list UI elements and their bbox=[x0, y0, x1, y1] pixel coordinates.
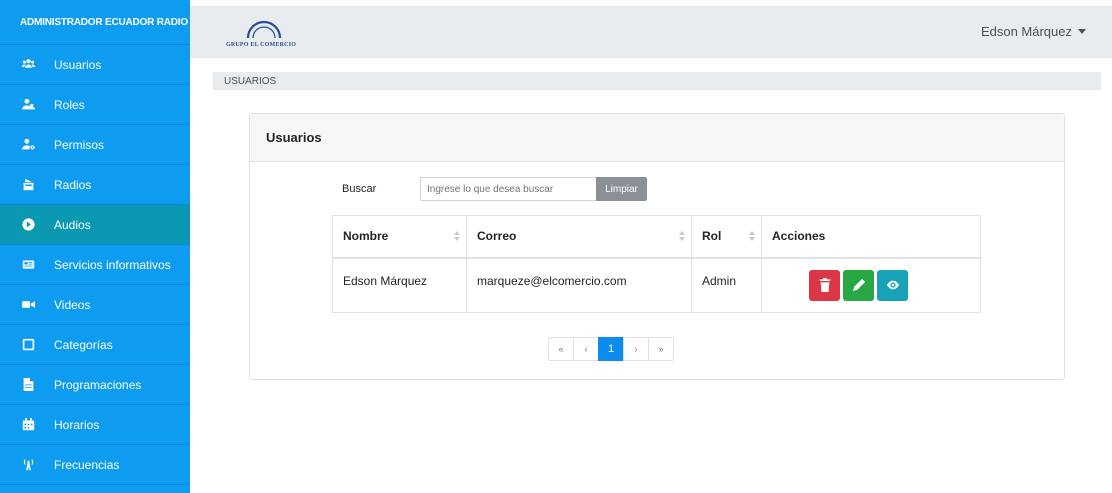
clone-icon bbox=[20, 337, 36, 353]
user-menu[interactable]: Edson Márquez bbox=[981, 24, 1086, 39]
sidebar-item-label: Roles bbox=[54, 97, 85, 112]
sidebar-item-categorias[interactable]: Categorías bbox=[0, 325, 190, 365]
delete-button[interactable] bbox=[809, 269, 840, 301]
row-actions bbox=[772, 269, 970, 301]
sidebar-item-programaciones[interactable]: Programaciones bbox=[0, 365, 190, 405]
breadcrumb-current: USUARIOS bbox=[224, 75, 277, 87]
column-header-acciones: Acciones bbox=[761, 215, 981, 259]
sidebar-item-label: Categorías bbox=[54, 337, 113, 352]
table-row: Edson Márquez marqueze@elcomercio.com Ad… bbox=[332, 257, 981, 313]
cell-rol: Admin bbox=[691, 257, 762, 313]
file-icon bbox=[20, 377, 36, 393]
sidebar-item-label: Permisos bbox=[54, 137, 105, 152]
view-button[interactable] bbox=[877, 269, 908, 301]
cell-correo: marqueze@elcomercio.com bbox=[466, 257, 692, 313]
caret-down-icon bbox=[1078, 29, 1086, 34]
pagination-prev[interactable]: ‹ bbox=[573, 337, 599, 361]
sort-icon bbox=[454, 231, 460, 241]
user-key-icon bbox=[20, 137, 36, 153]
sidebar-item-label: Videos bbox=[54, 297, 91, 312]
cell-acciones bbox=[761, 257, 981, 313]
sidebar-item-label: Programaciones bbox=[54, 377, 142, 392]
card-title: Usuarios bbox=[250, 114, 1064, 162]
pagination: « ‹ 1 › » bbox=[548, 337, 674, 361]
video-icon bbox=[20, 297, 36, 313]
newspaper-icon bbox=[20, 257, 36, 273]
sort-icon bbox=[749, 231, 755, 241]
logo[interactable]: GRUPO EL COMERCIO bbox=[226, 14, 306, 50]
sidebar-item-servicios-informativos[interactable]: Servicios informativos bbox=[0, 245, 190, 285]
user-group-icon bbox=[20, 97, 36, 113]
edit-button[interactable] bbox=[843, 269, 874, 301]
sidebar-item-roles[interactable]: Roles bbox=[0, 85, 190, 125]
radio-icon bbox=[20, 177, 36, 193]
search-row: Buscar Limpiar bbox=[342, 177, 647, 201]
clear-button[interactable]: Limpiar bbox=[596, 177, 647, 201]
broadcast-icon bbox=[20, 457, 36, 473]
column-header-correo[interactable]: Correo bbox=[466, 215, 692, 259]
pagination-last[interactable]: » bbox=[648, 337, 674, 361]
sidebar-item-label: Horarios bbox=[54, 417, 100, 432]
sidebar-item-label: Radios bbox=[54, 177, 92, 192]
app: ADMINISTRADOR ECUADOR RADIO Usuarios Rol… bbox=[0, 0, 1112, 493]
logo-text: GRUPO EL COMERCIO bbox=[226, 42, 297, 48]
search-input[interactable] bbox=[420, 177, 596, 201]
pencil-icon bbox=[852, 278, 865, 292]
users-icon bbox=[20, 57, 36, 73]
sidebar-item-frecuencias[interactable]: Frecuencias bbox=[0, 445, 190, 485]
eye-icon bbox=[886, 280, 899, 290]
search-label: Buscar bbox=[342, 183, 377, 195]
topbar: GRUPO EL COMERCIO Edson Márquez bbox=[190, 0, 1112, 58]
sidebar-item-label: Audios bbox=[54, 217, 91, 232]
sort-icon bbox=[679, 231, 685, 241]
user-name: Edson Márquez bbox=[980, 24, 1072, 39]
trash-icon bbox=[819, 278, 830, 292]
users-card: Usuarios Buscar Limpiar Nombre Correo bbox=[249, 113, 1065, 380]
cell-nombre: Edson Márquez bbox=[332, 257, 467, 313]
calendar-icon bbox=[20, 417, 36, 433]
column-header-rol[interactable]: Rol bbox=[691, 215, 762, 259]
column-header-nombre[interactable]: Nombre bbox=[332, 215, 467, 259]
sidebar-item-label: Frecuencias bbox=[54, 457, 120, 472]
sidebar-item-videos[interactable]: Videos bbox=[0, 285, 190, 325]
table-header-row: Nombre Correo Rol Acciones bbox=[332, 215, 981, 259]
sidebar-item-label: Usuarios bbox=[54, 57, 102, 72]
logo-arc-icon bbox=[246, 20, 282, 39]
users-table: Nombre Correo Rol Acciones Edson Márquez… bbox=[332, 215, 981, 313]
play-circle-icon bbox=[20, 217, 36, 233]
sidebar-title: ADMINISTRADOR ECUADOR RADIO bbox=[0, 0, 190, 45]
pagination-page-current[interactable]: 1 bbox=[598, 337, 624, 361]
sidebar-item-label: Servicios informativos bbox=[54, 257, 171, 272]
breadcrumb: USUARIOS bbox=[213, 72, 1101, 90]
sidebar-item-horarios[interactable]: Horarios bbox=[0, 405, 190, 445]
pagination-next[interactable]: › bbox=[623, 337, 649, 361]
sidebar-item-usuarios[interactable]: Usuarios bbox=[0, 45, 190, 85]
sidebar-item-audios[interactable]: Audios bbox=[0, 205, 190, 245]
sidebar-item-permisos[interactable]: Permisos bbox=[0, 125, 190, 165]
sidebar-item-radios[interactable]: Radios bbox=[0, 165, 190, 205]
sidebar: ADMINISTRADOR ECUADOR RADIO Usuarios Rol… bbox=[0, 0, 190, 493]
pagination-first[interactable]: « bbox=[548, 337, 574, 361]
